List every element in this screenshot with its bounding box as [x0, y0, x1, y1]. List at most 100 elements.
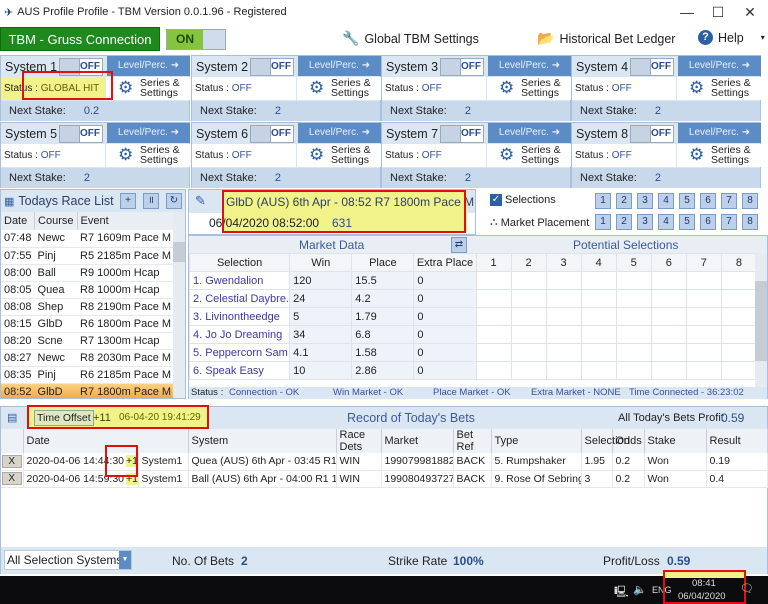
race-row[interactable]: 08:35 Pinj R6 2185m Pace M — [1, 366, 175, 384]
potential-cell[interactable] — [650, 271, 687, 290]
potential-col-header[interactable]: 2 — [510, 253, 547, 272]
potential-col-header[interactable]: 6 — [650, 253, 687, 272]
network-icon[interactable]: 🖳 — [614, 583, 629, 602]
potential-cell[interactable] — [510, 271, 547, 290]
bets-col-header[interactable]: Type — [491, 429, 582, 453]
connection-toggle[interactable]: ON — [166, 29, 226, 50]
potential-cell[interactable] — [720, 271, 758, 290]
race-row[interactable]: 07:48 Newc R7 1609m Pace M — [1, 230, 175, 248]
race-row[interactable]: 07:55 Pinj R5 2185m Pace M — [1, 247, 175, 265]
potential-cell[interactable] — [475, 271, 512, 290]
potential-cell[interactable] — [720, 343, 758, 362]
level-perc-button[interactable]: Level/Perc. ➜ — [488, 123, 571, 143]
selection-number-button[interactable]: 6 — [700, 193, 716, 209]
race-row[interactable]: 08:08 Shep R8 2190m Pace M — [1, 298, 175, 316]
level-perc-button[interactable]: Level/Perc. ➜ — [107, 56, 190, 76]
potential-cell[interactable] — [615, 289, 652, 308]
refresh-icon[interactable]: ↻ — [166, 193, 182, 209]
notification-icon[interactable]: 🗨 — [740, 582, 754, 595]
selection-number-button[interactable]: 8 — [742, 193, 758, 209]
market-row[interactable]: 6. Speak Easy 10 2.86 0 — [188, 361, 758, 380]
market-cell[interactable]: 2. Celestial Daybre... — [188, 289, 291, 308]
system-toggle[interactable]: OFF — [630, 125, 674, 143]
potential-col-header[interactable]: 8 — [720, 253, 758, 272]
clock-time[interactable]: 08:41 — [692, 578, 716, 589]
potential-cell[interactable] — [545, 307, 582, 326]
placement-number-button[interactable]: 5 — [679, 214, 695, 230]
gruss-connection-button[interactable]: TBM - Gruss Connection — [0, 27, 160, 51]
race-row[interactable]: 08:15 GlbD R6 1800m Pace M — [1, 315, 175, 333]
series-settings-button[interactable]: ⚙ Series & Settings — [106, 77, 190, 100]
level-perc-button[interactable]: Level/Perc. ➜ — [678, 56, 761, 76]
system-toggle[interactable]: OFF — [440, 125, 484, 143]
potential-cell[interactable] — [685, 307, 722, 326]
selections-checkbox[interactable]: ✓ — [490, 194, 502, 206]
series-settings-button[interactable]: ⚙ Series & Settings — [297, 144, 381, 167]
system-toggle[interactable]: OFF — [630, 58, 674, 76]
series-settings-button[interactable]: ⚙ Series & Settings — [677, 144, 761, 167]
series-settings-button[interactable]: ⚙ Series & Settings — [487, 77, 571, 100]
minimize-button[interactable]: — — [672, 2, 702, 22]
market-cell[interactable]: 3. Livinontheedge — [188, 307, 291, 326]
maximize-button[interactable]: ☐ — [703, 2, 733, 22]
level-perc-button[interactable]: Level/Perc. ➜ — [678, 123, 761, 143]
potential-col-header[interactable]: 5 — [615, 253, 652, 272]
placement-number-button[interactable]: 7 — [721, 214, 737, 230]
potential-cell[interactable] — [545, 271, 582, 290]
system-toggle[interactable]: OFF — [59, 125, 103, 143]
market-row[interactable]: 3. Livinontheedge 5 1.79 0 — [188, 307, 758, 326]
bets-col-header[interactable]: Market — [381, 429, 454, 453]
race-row[interactable]: 08:05 Quea R8 1000m Hcap — [1, 281, 175, 299]
potential-cell[interactable] — [615, 271, 652, 290]
potential-cell[interactable] — [510, 289, 547, 308]
col-event[interactable]: Event — [77, 212, 175, 230]
potential-cell[interactable] — [720, 307, 758, 326]
potential-cell[interactable] — [650, 289, 687, 308]
market-col-header[interactable]: Place — [351, 253, 415, 272]
potential-cell[interactable] — [580, 289, 617, 308]
potential-cell[interactable] — [545, 325, 582, 344]
selection-number-button[interactable]: 4 — [658, 193, 674, 209]
potential-cell[interactable] — [580, 361, 617, 380]
potential-cell[interactable] — [580, 307, 617, 326]
potential-cell[interactable] — [475, 289, 512, 308]
series-settings-button[interactable]: ⚙ Series & Settings — [297, 77, 381, 100]
placement-number-button[interactable]: 3 — [637, 214, 653, 230]
potential-cell[interactable] — [720, 289, 758, 308]
swap-icon[interactable]: ⇄ — [451, 237, 467, 253]
series-settings-button[interactable]: ⚙ Series & Settings — [677, 77, 761, 100]
add-icon[interactable]: + — [120, 193, 136, 209]
potential-cell[interactable] — [615, 307, 652, 326]
market-col-header[interactable]: Selection — [188, 253, 291, 272]
potential-cell[interactable] — [685, 289, 722, 308]
market-cell[interactable]: 1. Gwendalion — [188, 271, 291, 290]
potential-col-header[interactable]: 1 — [475, 253, 512, 272]
potential-cell[interactable] — [475, 361, 512, 380]
potential-cell[interactable] — [685, 343, 722, 362]
potential-cell[interactable] — [475, 343, 512, 362]
col-date[interactable]: Date — [1, 212, 36, 230]
selection-number-button[interactable]: 3 — [637, 193, 653, 209]
market-cell[interactable]: 6. Speak Easy — [188, 361, 291, 380]
pause-icon[interactable]: ॥ — [143, 193, 159, 209]
bets-col-header[interactable]: Result — [706, 429, 768, 453]
series-settings-button[interactable]: ⚙ Series & Settings — [106, 144, 190, 167]
potential-cell[interactable] — [650, 325, 687, 344]
placement-number-button[interactable]: 8 — [742, 214, 758, 230]
potential-cell[interactable] — [510, 325, 547, 344]
potential-cell[interactable] — [650, 343, 687, 362]
placement-number-button[interactable]: 4 — [658, 214, 674, 230]
potential-cell[interactable] — [685, 325, 722, 344]
close-button[interactable]: ✕ — [735, 2, 765, 22]
bets-col-header[interactable]: Race Dets — [336, 429, 382, 453]
edit-icon[interactable]: ✎ — [195, 193, 206, 209]
potential-cell[interactable] — [475, 307, 512, 326]
potential-cell[interactable] — [685, 361, 722, 380]
potential-cell[interactable] — [650, 307, 687, 326]
level-perc-button[interactable]: Level/Perc. ➜ — [298, 56, 381, 76]
potential-cell[interactable] — [545, 289, 582, 308]
potential-cell[interactable] — [685, 271, 722, 290]
potential-cell[interactable] — [615, 343, 652, 362]
race-list-scrollbar[interactable] — [173, 212, 185, 398]
market-cell[interactable]: 4. Jo Jo Dreaming — [188, 325, 291, 344]
